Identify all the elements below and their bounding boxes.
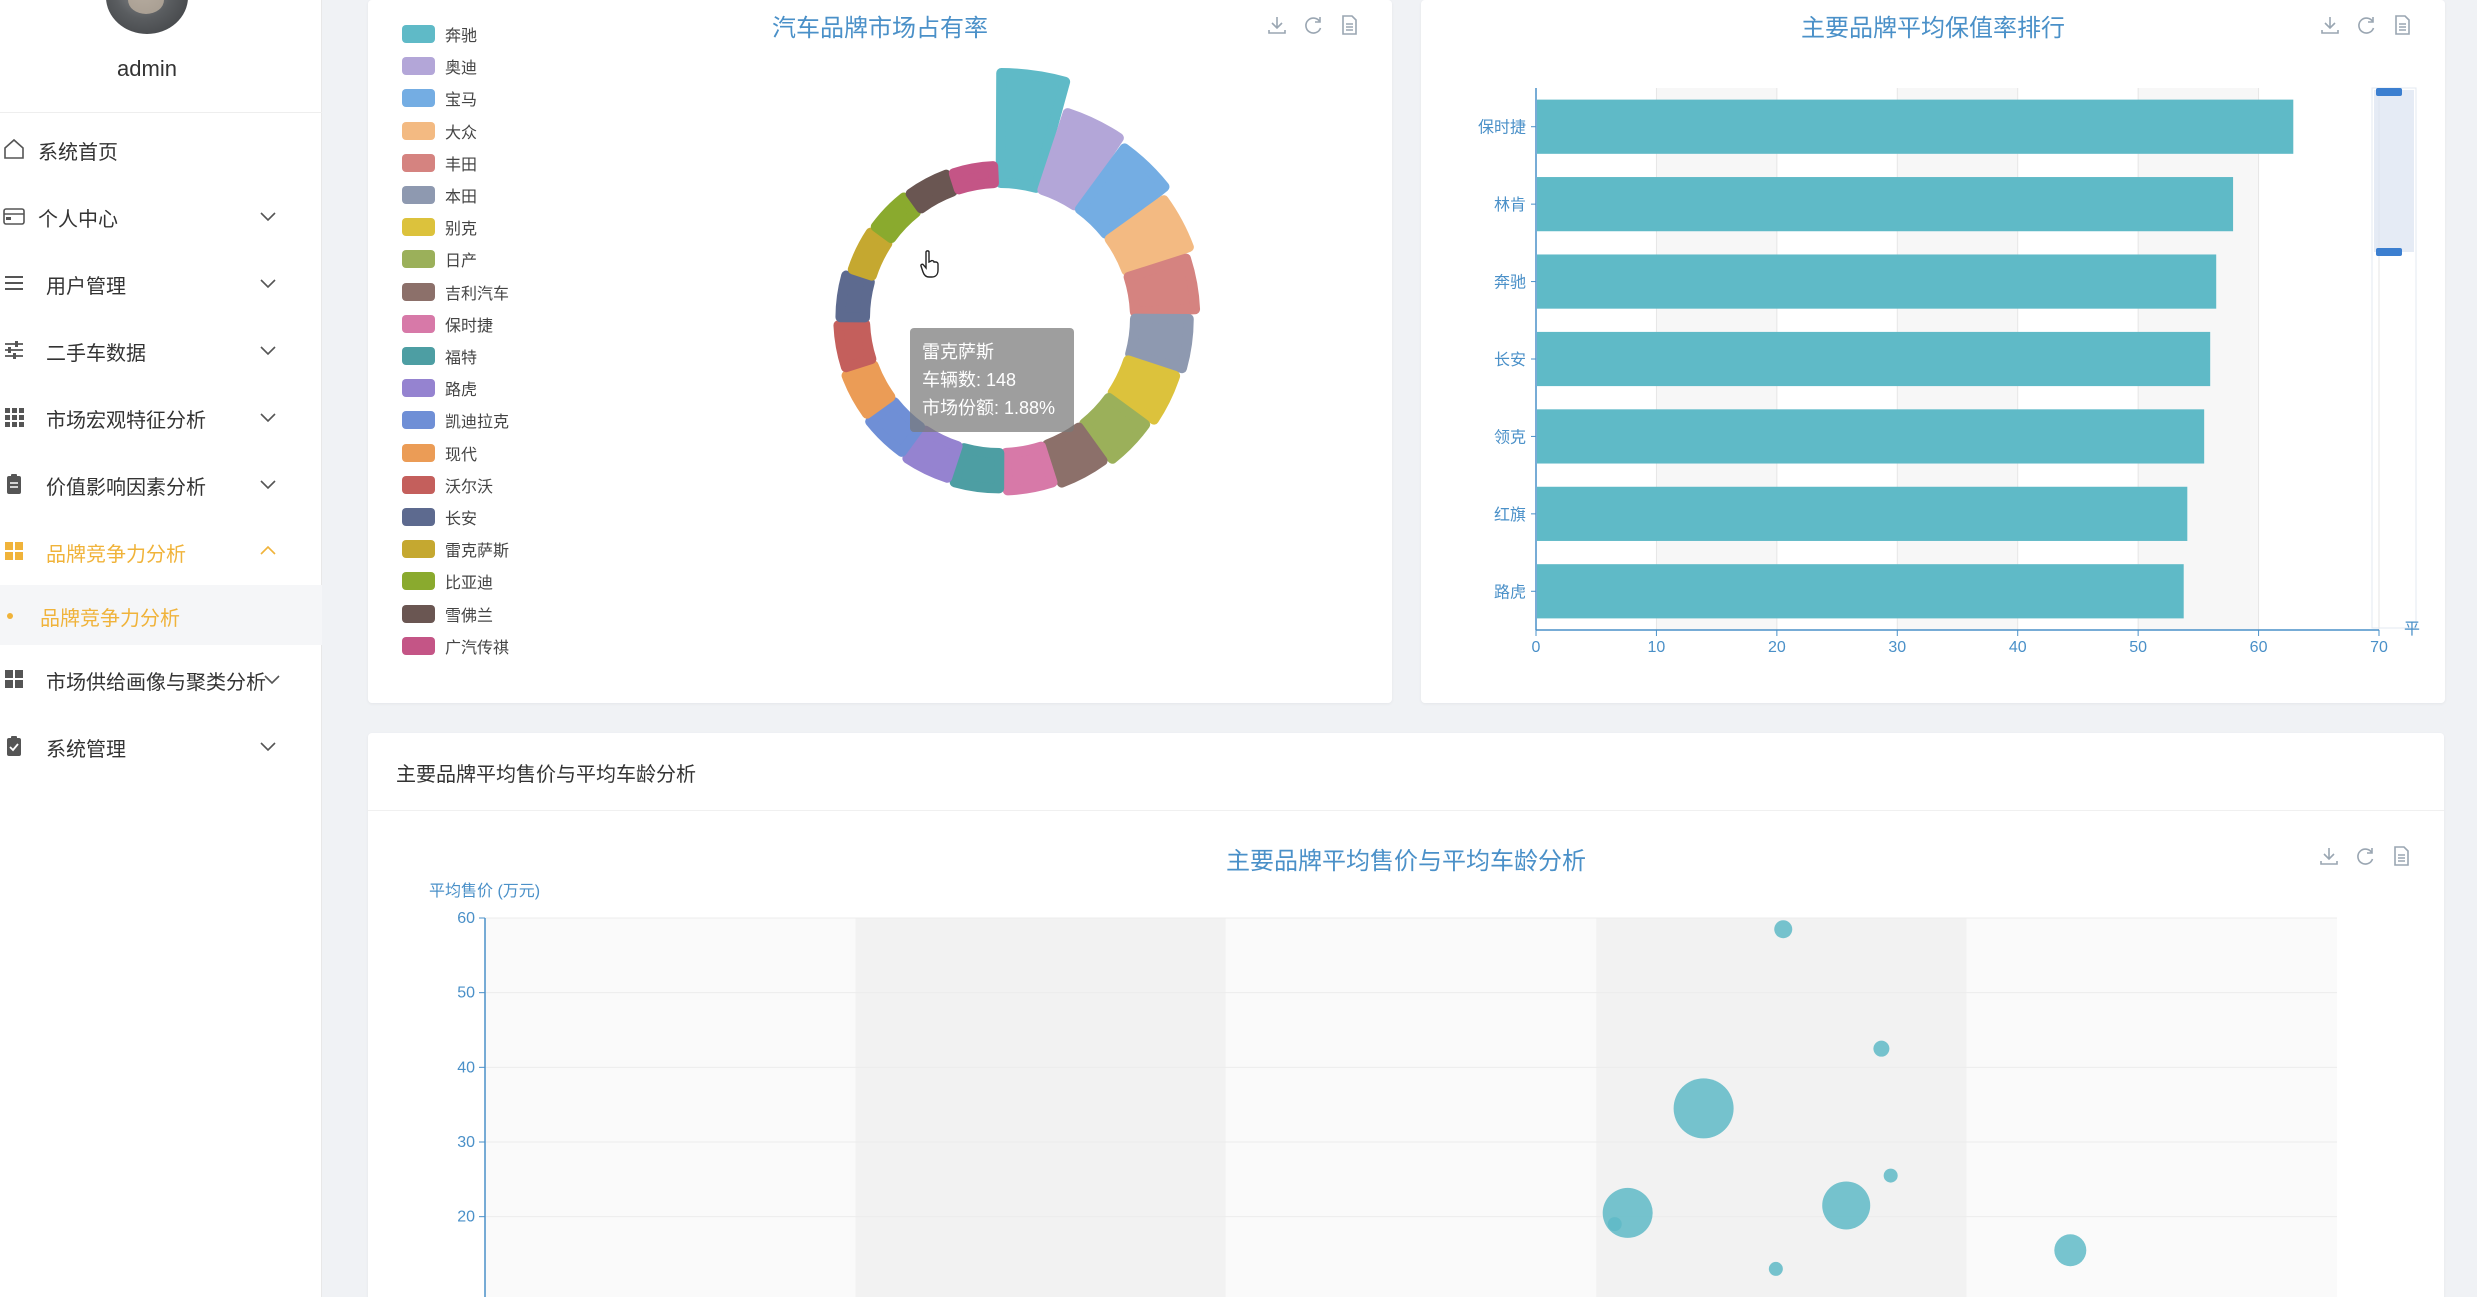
y-tick-label: 60 (457, 910, 475, 927)
scatter-point (1774, 920, 1793, 939)
scatter-point (1602, 1187, 1653, 1238)
scatter-point (1607, 1217, 1622, 1232)
scatter-point (1673, 1078, 1734, 1139)
y-tick-label: 40 (457, 1059, 475, 1076)
grid-band (1225, 918, 1597, 1297)
grid-band (485, 918, 856, 1297)
grid-band (1596, 918, 1967, 1297)
scatter-point (1822, 1181, 1871, 1230)
scatter-point (1873, 1040, 1890, 1057)
scatter-chart-svg: 20 30 40 50 60 平均售价 (万元) (429, 882, 2337, 1297)
grid-band (855, 918, 1226, 1297)
scatter-point (2054, 1234, 2087, 1267)
app-root: admin 系统首页 个人中心 用户管理 二手车数据 市场宏观特征分析 价值影响… (0, 0, 2477, 1297)
scatter-point (1883, 1168, 1898, 1183)
y-axis-label: 平均售价 (万元) (429, 882, 540, 900)
y-tick-label: 30 (457, 1134, 475, 1151)
scatter-point (1768, 1261, 1783, 1276)
y-tick-label: 20 (457, 1209, 475, 1226)
grid-band (1966, 918, 2337, 1297)
y-tick-label: 50 (457, 985, 475, 1002)
